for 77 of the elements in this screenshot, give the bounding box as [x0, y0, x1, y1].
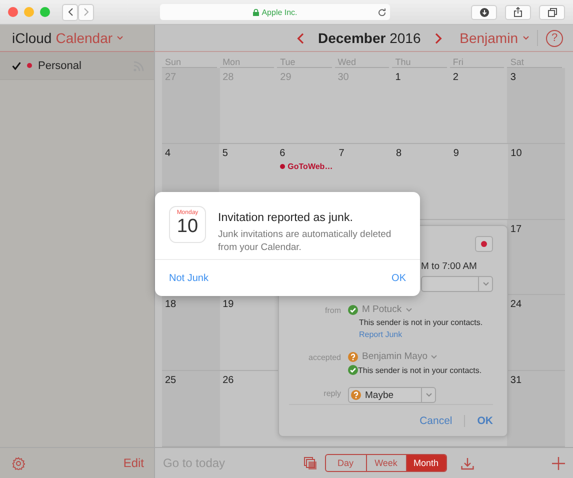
contact-note: This sender is not in your contacts.	[358, 318, 484, 327]
day-number: 31	[510, 375, 522, 386]
status-icon	[348, 365, 358, 375]
day-number: 6	[280, 148, 286, 159]
calendar-item[interactable]: Personal	[0, 52, 154, 80]
color-button[interactable]	[475, 236, 493, 252]
contact-note: This sender is not in your contacts.	[358, 366, 482, 374]
day-number: 5	[222, 148, 228, 159]
day-number: 19	[222, 299, 234, 310]
ok-button[interactable]: OK	[392, 272, 406, 284]
reply-label: reply	[322, 388, 341, 400]
tabs-button[interactable]	[539, 4, 565, 20]
chevron-icon	[523, 36, 529, 40]
help-button[interactable]: ?	[546, 30, 563, 46]
view-tab[interactable]: Day	[326, 455, 366, 471]
day-number: 26	[222, 375, 234, 386]
day-number: 9	[453, 148, 459, 159]
status-icon	[351, 390, 361, 400]
day-number: 7	[338, 148, 344, 159]
day-number: 4	[165, 148, 171, 159]
status-icon	[348, 304, 358, 314]
next-month-button[interactable]	[434, 32, 442, 44]
address-field[interactable]: Apple Inc.	[160, 4, 390, 20]
chevron-right-icon	[84, 8, 88, 16]
alert-message: Junk invitations are automatically deleted from your Calendar.	[218, 228, 392, 254]
reload-icon[interactable]	[378, 8, 386, 16]
chevron-left-icon	[68, 8, 72, 16]
cancel-button[interactable]: Cancel	[408, 414, 452, 426]
add-icon[interactable]	[552, 456, 565, 470]
day-number: 18	[165, 299, 176, 310]
share-icon	[514, 7, 522, 17]
day-number: 8	[396, 148, 402, 159]
day-number: 17	[510, 224, 522, 235]
previous-month-button[interactable]	[297, 32, 304, 44]
download-icon	[480, 8, 488, 16]
back-button[interactable]	[62, 4, 78, 20]
day-number: 25	[165, 375, 176, 386]
calendar-name: Personal	[38, 60, 82, 72]
chevron-icon	[116, 36, 123, 40]
status-icon	[348, 352, 358, 362]
day-number: 3	[510, 72, 516, 83]
day-number: 2	[452, 72, 458, 83]
chevron-icon	[431, 354, 438, 358]
edit-button[interactable]: Edit	[123, 456, 144, 470]
event-time: M to 7:00 AM	[421, 261, 478, 272]
reply-dropdown[interactable]: Maybe	[348, 387, 436, 403]
chevron-icon	[482, 282, 488, 286]
report-junk-link[interactable]: Report Junk	[348, 330, 493, 339]
settings-icon[interactable]	[12, 456, 25, 470]
calendars-icon[interactable]	[304, 456, 317, 470]
attendee-label: from	[324, 305, 341, 317]
day-number: 24	[510, 299, 522, 310]
attendee-name[interactable]: Benjamin Mayo	[348, 351, 493, 362]
tabs-icon	[548, 8, 556, 16]
user-menu[interactable]: Benjamin	[460, 30, 538, 46]
alert-title: Invitation reported as junk.	[218, 212, 354, 224]
calendar-event[interactable]: GoToWeb…	[280, 162, 333, 171]
attendee-name[interactable]: M Potuck	[348, 304, 493, 315]
ok-button[interactable]: OK	[464, 414, 493, 426]
not-junk-button[interactable]: Not Junk	[169, 272, 208, 284]
app-menu[interactable]: Calendar	[56, 30, 123, 46]
month-title: December 2016	[318, 30, 421, 46]
lock-icon	[252, 8, 259, 16]
dot-icon	[481, 241, 487, 247]
chevron-icon	[406, 308, 412, 312]
chevron-icon	[426, 393, 432, 397]
zoom-button[interactable]	[40, 7, 50, 17]
day-number: 1	[395, 72, 401, 83]
dropdown-field[interactable]	[421, 276, 493, 292]
download-icon[interactable]	[460, 456, 474, 470]
attendee-label: accepted	[308, 352, 341, 364]
day-number: 10	[510, 148, 522, 159]
share-button[interactable]	[505, 4, 531, 20]
close-button[interactable]	[8, 7, 18, 17]
download-button[interactable]	[471, 4, 497, 20]
view-tab[interactable]: Month	[406, 455, 446, 471]
brand-label: iCloud	[12, 30, 52, 46]
